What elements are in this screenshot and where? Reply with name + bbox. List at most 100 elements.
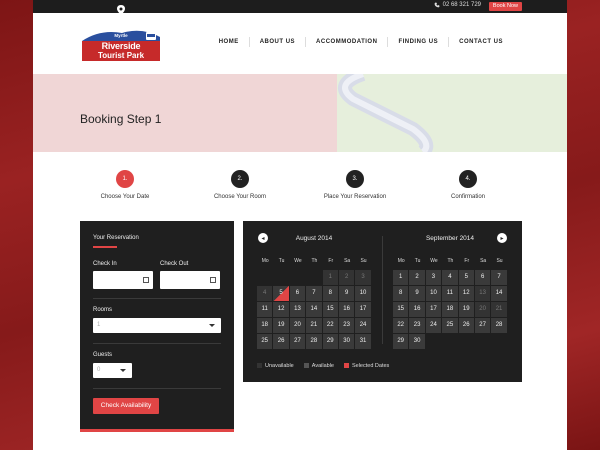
logo-line2: Riverside xyxy=(101,41,141,51)
calendar-day[interactable]: 7 xyxy=(491,270,507,285)
nav-home[interactable]: HOME xyxy=(209,37,250,47)
day-grid: 1 2 3 4 5 6 7 8 9 10 11 12 13 14 15 16 17 18 19 20 21 22 23 24 2… xyxy=(257,270,371,349)
step-1-circle: 1. xyxy=(116,170,134,188)
phone-number[interactable]: 02 68 321 729 xyxy=(434,2,481,8)
calendar-day[interactable]: 25 xyxy=(257,334,273,349)
page-container: 02 68 321 729 Book Now Myrtle Riverside … xyxy=(33,0,567,450)
calendar-day[interactable]: 11 xyxy=(257,302,273,317)
nav-about-us[interactable]: ABOUT US xyxy=(250,37,307,47)
step-1[interactable]: 1. Choose Your Date xyxy=(80,170,170,200)
rooms-select[interactable]: 1 xyxy=(93,318,221,333)
calendar-day[interactable]: 3 xyxy=(425,270,442,285)
check-in-input[interactable] xyxy=(93,271,153,289)
legend-label: Selected Dates xyxy=(351,363,390,369)
calendar-day[interactable]: 18 xyxy=(257,318,273,333)
weekday-label: We xyxy=(294,258,302,264)
check-out-input[interactable] xyxy=(160,271,220,289)
legend-item: Unavailable xyxy=(257,363,294,369)
calendar-day[interactable]: 19 xyxy=(458,302,474,317)
nav-finding-us[interactable]: FINDING US xyxy=(388,37,450,47)
calendar-day[interactable]: 8 xyxy=(322,286,338,301)
calendar-day[interactable]: 9 xyxy=(409,286,425,301)
month-title: September 2014 xyxy=(425,235,475,242)
calendar-day[interactable]: 4 xyxy=(442,270,458,285)
legend-label: Available xyxy=(311,363,334,369)
calendar-day[interactable]: 23 xyxy=(409,318,425,333)
step-2[interactable]: 2. Choose Your Room xyxy=(195,170,285,200)
calendar-day[interactable]: 29 xyxy=(322,334,338,349)
calendar-day: 13 xyxy=(474,286,491,301)
calendar-day: 20 xyxy=(474,302,491,317)
calendar-day[interactable]: 22 xyxy=(322,318,338,333)
calendar-day[interactable]: 15 xyxy=(322,302,338,317)
calendar-day[interactable]: 28 xyxy=(306,334,322,349)
calendar-day[interactable]: 17 xyxy=(355,302,371,317)
weekday-label: Tu xyxy=(278,258,285,264)
calendar-day[interactable]: 31 xyxy=(355,334,371,349)
reservation-panel: Your Reservation Check In Check Out Room… xyxy=(80,221,234,432)
calendar-day[interactable]: 1 xyxy=(393,270,409,285)
guests-select[interactable]: 0 xyxy=(93,363,132,378)
month-divider xyxy=(382,236,383,344)
check-in-label: Check In xyxy=(93,261,117,267)
calendar-day[interactable]: 9 xyxy=(338,286,355,301)
site-logo[interactable]: Myrtle Riverside Tourist Park xyxy=(80,27,162,63)
calendar-day[interactable]: 6 xyxy=(474,270,491,285)
calendar-day[interactable]: 15 xyxy=(393,302,409,317)
calendar-day[interactable]: 16 xyxy=(409,302,425,317)
calendar-day[interactable]: 14 xyxy=(491,286,507,301)
calendar-day[interactable]: 30 xyxy=(409,334,425,349)
book-now-button[interactable]: Book Now xyxy=(488,2,522,11)
step-3-label: Place Your Reservation xyxy=(323,194,387,200)
calendar-day[interactable]: 20 xyxy=(289,318,306,333)
calendar-day[interactable]: 5 xyxy=(273,286,289,301)
calendar-day[interactable]: 28 xyxy=(491,318,507,333)
calendar-day[interactable]: 26 xyxy=(458,318,474,333)
calendar-day[interactable]: 5 xyxy=(458,270,474,285)
calendar-day[interactable]: 12 xyxy=(273,302,289,317)
calendar-day[interactable]: 24 xyxy=(425,318,442,333)
step-2-circle: 2. xyxy=(231,170,249,188)
calendar-day[interactable]: 16 xyxy=(338,302,355,317)
weekday-header: Mo Tu We Th Fr Sa Su xyxy=(393,258,508,264)
calendar-day[interactable]: 13 xyxy=(289,302,306,317)
calendar-day[interactable]: 7 xyxy=(306,286,322,301)
calendar-day[interactable]: 11 xyxy=(442,286,458,301)
calendar-day[interactable]: 27 xyxy=(474,318,491,333)
nav-accommodation[interactable]: ACCOMMODATION xyxy=(306,37,389,47)
calendar-day[interactable]: 25 xyxy=(442,318,458,333)
step-3[interactable]: 3. Place Your Reservation xyxy=(310,170,400,200)
calendar-day[interactable]: 10 xyxy=(425,286,442,301)
calendar-day[interactable]: 10 xyxy=(355,286,371,301)
calendar-day[interactable]: 12 xyxy=(458,286,474,301)
phone-icon xyxy=(434,2,440,8)
weekday-label: Sa xyxy=(344,258,351,264)
calendar-day[interactable]: 29 xyxy=(393,334,409,349)
weekday-header: Mo Tu We Th Fr Sa Su xyxy=(257,258,372,264)
calendar-day[interactable]: 18 xyxy=(442,302,458,317)
check-availability-button[interactable]: Check Availability xyxy=(93,398,159,414)
calendar-day[interactable]: 8 xyxy=(393,286,409,301)
calendar-day[interactable]: 14 xyxy=(306,302,322,317)
step-1-label: Choose Your Date xyxy=(100,194,150,200)
calendar-day[interactable]: 24 xyxy=(355,318,371,333)
calendar-day[interactable]: 22 xyxy=(393,318,409,333)
calendar-day[interactable]: 30 xyxy=(338,334,355,349)
weekday-label: Tu xyxy=(414,258,421,264)
calendar-day: 4 xyxy=(257,286,273,301)
calendar-day[interactable]: 2 xyxy=(409,270,425,285)
calendar-day[interactable]: 6 xyxy=(289,286,306,301)
calendar-day[interactable]: 21 xyxy=(306,318,322,333)
legend-swatch xyxy=(303,363,309,369)
chevron-down-icon xyxy=(209,324,215,327)
rooms-label: Rooms xyxy=(93,307,113,313)
calendar-day[interactable]: 19 xyxy=(273,318,289,333)
calendar-day[interactable]: 26 xyxy=(273,334,289,349)
weekday-label: Mo xyxy=(397,258,405,264)
step-4[interactable]: 4. Confirmation xyxy=(423,170,513,200)
calendar-day[interactable]: 17 xyxy=(425,302,442,317)
nav-contact-us[interactable]: CONTACT US xyxy=(449,37,513,47)
divider xyxy=(93,343,221,344)
calendar-day[interactable]: 27 xyxy=(289,334,306,349)
calendar-day[interactable]: 23 xyxy=(338,318,355,333)
